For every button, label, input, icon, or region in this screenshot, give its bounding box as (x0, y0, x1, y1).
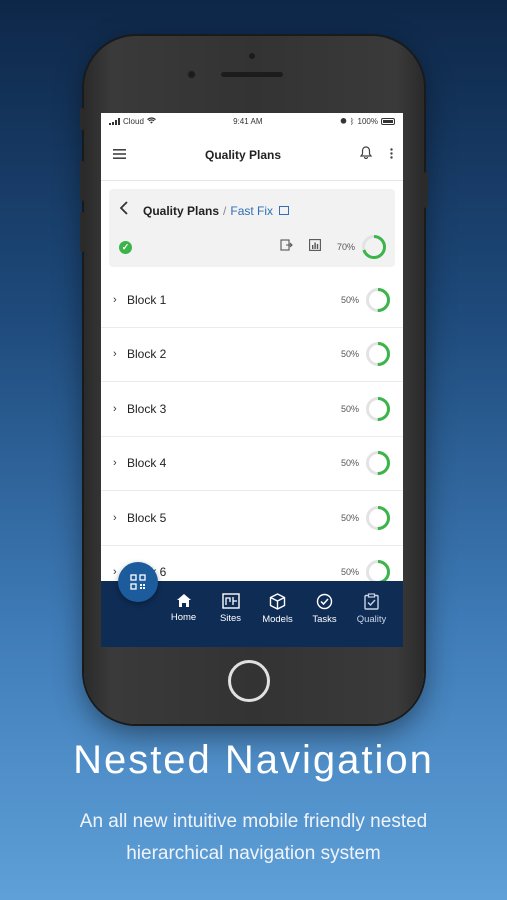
block-list: › Block 1 50% › Block 2 50% › Block 3 50… (101, 273, 403, 600)
home-hardware-button[interactable] (228, 660, 270, 702)
block-percent: 50% (340, 349, 359, 360)
battery-icon (380, 117, 395, 125)
list-item-block-2[interactable]: › Block 2 50% (101, 328, 403, 382)
mute-switch (80, 108, 84, 130)
block-progress-ring (366, 287, 390, 312)
volume-down-button (80, 212, 84, 252)
chevron-right-icon: › (113, 293, 117, 306)
block-progress-ring (366, 342, 390, 367)
nav-sites[interactable]: Sites (207, 581, 254, 647)
signal-icon (109, 117, 120, 125)
breadcrumb: Quality Plans / Fast Fix (119, 201, 290, 220)
nav-quality[interactable]: Quality (348, 581, 395, 647)
plan-info-icon[interactable] (279, 206, 290, 215)
status-time: 9:41 AM (233, 116, 263, 126)
plan-summary-row: ✓ 70% (119, 234, 387, 260)
breadcrumb-root[interactable]: Quality Plans (143, 204, 219, 218)
chevron-right-icon: › (113, 457, 117, 470)
nav-quality-label: Quality (356, 614, 387, 625)
plan-progress-label: 70% (336, 242, 355, 252)
marketing-subline-1: An all new intuitive mobile friendly nes… (79, 811, 428, 832)
hamburger-icon[interactable] (113, 146, 126, 164)
nav-models-label: Models (262, 614, 293, 625)
bell-icon[interactable] (359, 145, 373, 164)
marketing-headline: Nested Navigation (73, 738, 434, 782)
carrier-name: Cloud (123, 116, 144, 126)
block-percent: 50% (340, 294, 359, 305)
nav-home-label: Home (170, 612, 197, 623)
block-progress-ring (366, 396, 390, 421)
block-progress-ring (366, 505, 390, 530)
clipboard-check-icon (364, 593, 379, 610)
volume-up-button (80, 161, 84, 201)
marketing-subline-2: hierarchical navigation system (126, 843, 381, 864)
export-icon[interactable] (280, 238, 293, 256)
front-camera (187, 70, 196, 79)
app-bar-actions (359, 145, 393, 164)
wifi-icon (147, 116, 156, 126)
breadcrumb-current[interactable]: Fast Fix (230, 204, 273, 218)
phone-screen: Cloud 9:41 AM ᛒ 100% Quality Plans Quali… (101, 113, 403, 647)
proximity-sensor (249, 53, 255, 59)
marketing-subline: An all new intuitive mobile friendly nes… (20, 806, 487, 870)
battery-percent: 100% (357, 116, 378, 126)
breadcrumb-panel: Quality Plans / Fast Fix ✓ 70% (109, 189, 395, 267)
cube-icon (269, 593, 286, 610)
nav-sites-label: Sites (219, 613, 242, 624)
block-percent: 50% (340, 512, 359, 523)
status-left: Cloud (109, 117, 156, 126)
block-label: Block 2 (127, 347, 167, 362)
qr-scan-button[interactable] (118, 562, 158, 602)
back-chevron-icon[interactable] (119, 201, 137, 220)
block-label: Block 1 (127, 292, 167, 307)
alarm-icon (340, 117, 347, 126)
block-label: Block 3 (127, 401, 167, 416)
more-vertical-icon[interactable] (390, 146, 393, 164)
plan-progress-ring (362, 235, 386, 259)
chevron-right-icon: › (113, 402, 117, 415)
check-circle-icon: ✓ (119, 240, 132, 254)
nav-tasks[interactable]: Tasks (301, 581, 348, 647)
block-percent: 50% (340, 567, 359, 578)
status-bar: Cloud 9:41 AM ᛒ 100% (101, 113, 403, 129)
chevron-right-icon: › (113, 348, 117, 361)
nav-models[interactable]: Models (254, 581, 301, 647)
nav-tasks-label: Tasks (312, 614, 337, 625)
chevron-right-icon: › (113, 511, 117, 524)
block-percent: 50% (340, 458, 359, 469)
nav-home[interactable]: Home (160, 581, 207, 647)
list-item-block-3[interactable]: › Block 3 50% (101, 382, 403, 437)
list-item-block-4[interactable]: › Block 4 50% (101, 437, 403, 491)
page-title: Quality Plans (204, 147, 282, 162)
qr-code-icon (130, 574, 146, 590)
block-progress-ring (366, 451, 390, 476)
home-icon (176, 594, 191, 607)
block-label: Block 5 (127, 510, 167, 525)
check-circle-icon (316, 593, 333, 610)
list-item-block-5[interactable]: › Block 5 50% (101, 491, 403, 546)
block-percent: 50% (340, 403, 359, 414)
bluetooth-icon: ᛒ (349, 116, 355, 126)
earpiece-speaker (221, 72, 283, 77)
breadcrumb-separator: / (223, 203, 227, 218)
list-item-block-1[interactable]: › Block 1 50% (101, 273, 403, 328)
block-label: Block 6 (127, 565, 167, 580)
app-bar: Quality Plans (101, 129, 403, 181)
sites-icon (221, 593, 240, 609)
block-label: Block 4 (127, 456, 167, 471)
report-chart-icon[interactable] (309, 238, 321, 256)
status-right: ᛒ 100% (340, 117, 395, 126)
power-button (424, 172, 428, 208)
